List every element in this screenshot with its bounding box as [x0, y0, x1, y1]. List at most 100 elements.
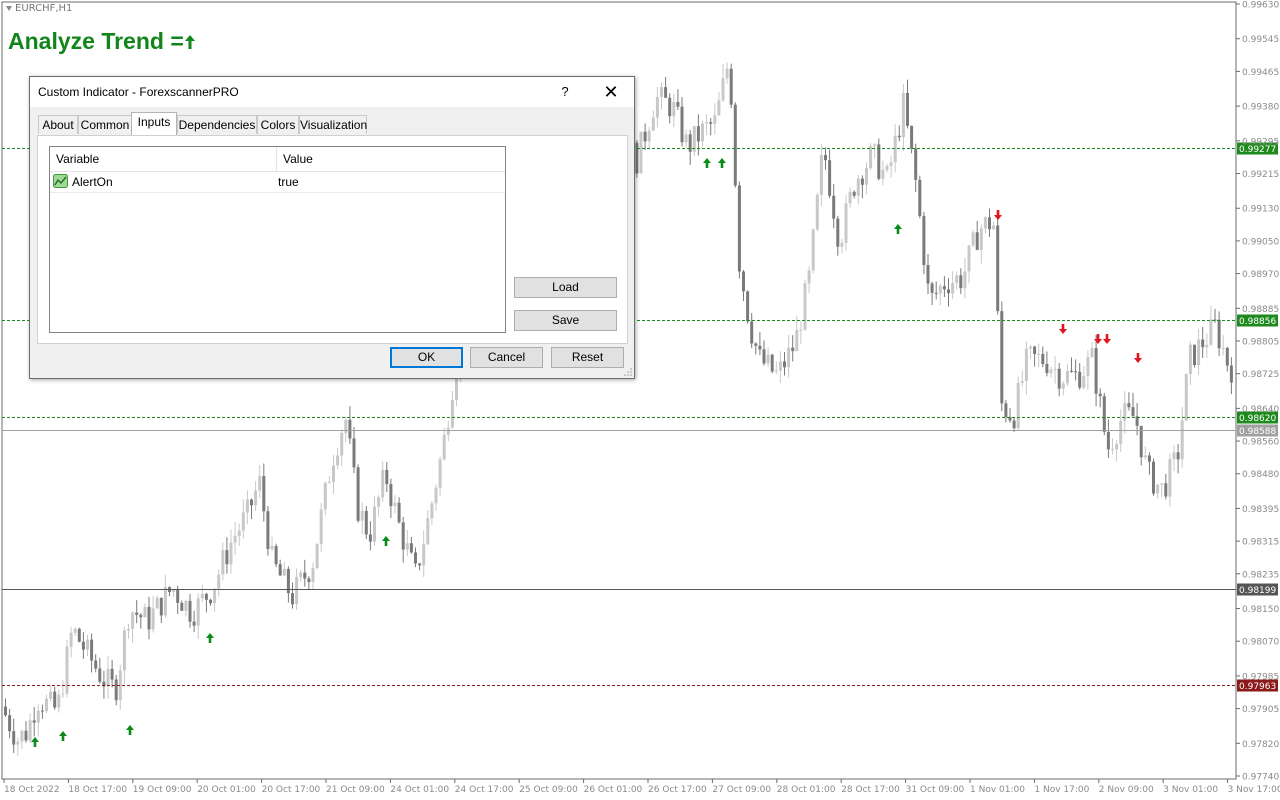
candle-body	[889, 162, 893, 167]
time-label: 18 Oct 17:00	[68, 785, 127, 795]
tab-common[interactable]: Common	[78, 115, 132, 134]
reset-button[interactable]: Reset	[551, 347, 624, 368]
tab-visualization[interactable]: Visualization	[299, 115, 367, 134]
candle-body	[815, 194, 819, 230]
candle-body	[807, 270, 811, 284]
price-label: 0.98885	[1242, 305, 1279, 315]
variable-value[interactable]: true	[278, 175, 299, 189]
candle-body	[188, 600, 192, 622]
candle-body	[8, 715, 12, 732]
table-row[interactable]: AlertOn true	[50, 172, 505, 193]
variable-icon	[53, 174, 68, 188]
candle-body	[368, 534, 372, 542]
candle-body	[1119, 420, 1123, 444]
candle-body	[127, 628, 130, 631]
load-button[interactable]: Load	[514, 277, 617, 298]
candle-body	[278, 564, 282, 576]
candle-body	[705, 122, 709, 124]
candle-body	[1049, 369, 1053, 374]
candle-body	[69, 632, 73, 647]
close-button[interactable]: ✕	[596, 77, 626, 107]
candle-body	[1004, 403, 1008, 418]
candle-body	[737, 185, 741, 272]
candle-body	[53, 691, 57, 708]
price-label: 0.99380	[1242, 103, 1279, 113]
symbol-menu-icon[interactable]	[6, 5, 12, 11]
candle-body	[856, 178, 860, 196]
candle-body	[709, 122, 713, 124]
cancel-button[interactable]: Cancel	[470, 347, 543, 368]
tab-colors[interactable]: Colors	[257, 115, 299, 134]
candle-body	[254, 490, 258, 506]
time-label: 18 Oct 2022	[4, 785, 60, 795]
candle-body	[332, 465, 335, 482]
candle-body	[1221, 347, 1225, 349]
trend-title-text: Analyze Trend =	[8, 28, 184, 54]
candle-body	[262, 476, 266, 512]
dialog-title: Custom Indicator - ForexscannerPRO	[38, 85, 239, 99]
candle-body	[1012, 420, 1016, 429]
help-button[interactable]: ?	[553, 77, 577, 107]
candle-body	[143, 606, 147, 618]
candle-body	[910, 125, 914, 149]
candle-body	[758, 345, 762, 350]
save-button[interactable]: Save	[514, 310, 617, 331]
time-label: 21 Oct 09:00	[326, 785, 385, 795]
tab-about[interactable]: About	[38, 115, 78, 134]
buy-arrow-icon	[894, 224, 902, 234]
candle-body	[688, 134, 692, 152]
candle-body	[381, 469, 385, 498]
candle-body	[893, 135, 897, 163]
candle-body	[233, 535, 237, 543]
price-label: 0.98070	[1242, 638, 1279, 648]
column-divider[interactable]	[276, 147, 277, 171]
price-label: 0.98805	[1242, 337, 1279, 347]
candle-body	[4, 706, 7, 716]
ok-button[interactable]: OK	[390, 347, 463, 368]
candle-body	[934, 292, 938, 294]
candle-body	[377, 497, 381, 507]
variable-column-header[interactable]: Variable	[56, 152, 99, 166]
candle-body	[1053, 368, 1057, 370]
candle-body	[918, 179, 922, 217]
price-label: 0.98560	[1242, 438, 1279, 448]
inputs-grid[interactable]: Variable Value AlertOn true	[49, 146, 506, 333]
time-label: 25 Oct 09:00	[519, 785, 578, 795]
candle-body	[106, 668, 110, 687]
candle-body	[1205, 344, 1209, 348]
candle-body	[1172, 452, 1176, 460]
candle-body	[250, 499, 253, 506]
tab-dependencies[interactable]: Dependencies	[177, 115, 257, 134]
candle-body	[774, 370, 778, 372]
candle-body	[1123, 403, 1127, 421]
candle-body	[270, 546, 274, 550]
tab-inputs[interactable]: Inputs	[131, 112, 177, 135]
value-column-header[interactable]: Value	[283, 152, 313, 166]
candle-body	[992, 225, 996, 230]
candle-body	[258, 476, 262, 491]
time-label: 3 Nov 01:00	[1163, 785, 1218, 795]
candle-body	[844, 203, 848, 243]
candle-body	[319, 509, 323, 544]
candle-body	[61, 693, 65, 695]
candle-body	[1061, 383, 1065, 389]
candle-body	[397, 502, 401, 523]
candle-body	[787, 347, 791, 368]
candle-body	[1147, 455, 1151, 462]
candle-body	[1193, 344, 1196, 366]
candle-body	[172, 589, 176, 593]
dialog-titlebar[interactable]: Custom Indicator - ForexscannerPRO ? ✕	[30, 77, 634, 107]
resize-grip-icon[interactable]	[624, 368, 632, 376]
candle-body	[49, 691, 53, 699]
indicator-trend-title: Analyze Trend =	[8, 28, 196, 55]
candle-body	[983, 217, 987, 229]
candle-body	[639, 131, 643, 174]
candle-body	[942, 286, 946, 290]
candle-body	[348, 419, 352, 439]
candle-body	[147, 606, 151, 630]
candle-body	[1082, 376, 1086, 388]
candle-body	[307, 578, 311, 583]
time-label: 28 Oct 17:00	[841, 785, 900, 795]
candle-body	[725, 68, 729, 79]
candle-body	[159, 597, 163, 616]
